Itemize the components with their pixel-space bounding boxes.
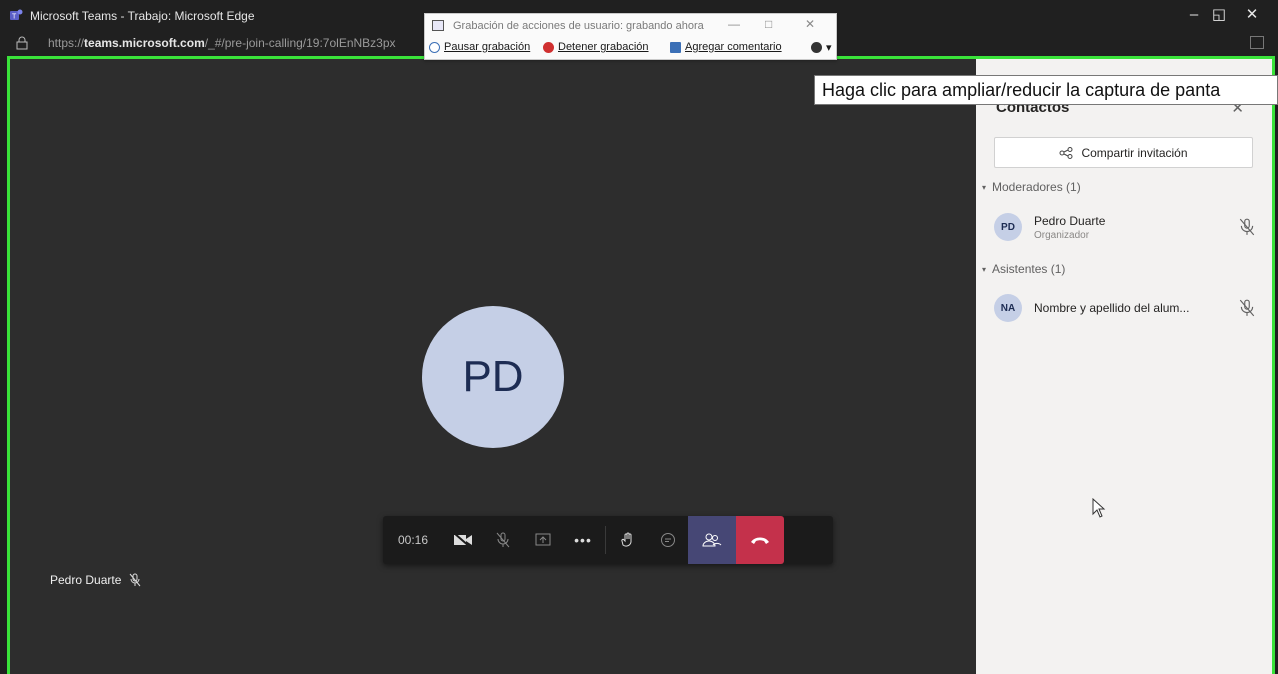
step-recorder-window: Grabación de acciones de usuario: graban… xyxy=(424,13,837,60)
more-options-button[interactable]: ••• xyxy=(563,516,603,564)
call-timer: 00:16 xyxy=(397,533,429,547)
raise-hand-button[interactable] xyxy=(608,516,648,564)
pause-icon xyxy=(429,41,440,53)
mic-off-icon xyxy=(1239,218,1255,236)
attendee-item[interactable]: NA Nombre y apellido del alum... xyxy=(994,290,1256,326)
share-screen-icon xyxy=(535,533,551,546)
window-title: Microsoft Teams - Trabajo: Microsoft Edg… xyxy=(30,9,255,23)
recorder-title: Grabación de acciones de usuario: graban… xyxy=(453,20,704,32)
add-comment-button[interactable]: Agregar comentario xyxy=(670,41,782,53)
recorder-icon xyxy=(432,20,444,31)
mic-off-icon xyxy=(496,532,510,548)
moderator-item[interactable]: PD Pedro Duarte Organizador xyxy=(994,209,1256,245)
url-prefix: https:// xyxy=(48,36,85,50)
share-icon xyxy=(1059,146,1073,159)
mouse-cursor-icon xyxy=(1092,498,1106,518)
help-button[interactable]: ▾ xyxy=(811,41,832,54)
divider xyxy=(605,526,606,554)
mic-off-icon xyxy=(129,573,141,587)
url-domain: teams.microsoft.com xyxy=(84,36,205,50)
participants-panel: Contactos ✕ Compartir invitación ▾ Moder… xyxy=(976,59,1272,674)
person-name: Pedro Duarte xyxy=(1034,213,1106,228)
url-path: /_#/pre-join-calling/19:7olEnNBz3px xyxy=(204,36,396,50)
chat-button[interactable] xyxy=(648,516,688,564)
recorder-toolbar: Pausar grabación Detener grabación Agreg… xyxy=(429,41,834,57)
close-window-button[interactable]: ✕ xyxy=(1240,4,1264,26)
collections-icon[interactable] xyxy=(1250,36,1264,49)
attendees-section[interactable]: ▾ Asistentes (1) xyxy=(982,262,1065,276)
hand-icon xyxy=(621,532,632,547)
recorder-maximize-button[interactable]: □ xyxy=(765,17,772,31)
restore-button[interactable]: ◱ xyxy=(1207,4,1231,26)
stop-recording-label: Detener grabación xyxy=(558,41,649,53)
stop-icon xyxy=(543,41,554,53)
minimize-button[interactable]: – xyxy=(1182,4,1206,26)
recorder-close-button[interactable]: ✕ xyxy=(805,17,815,31)
teams-icon: T xyxy=(10,9,23,21)
participants-button[interactable] xyxy=(688,516,736,564)
attendees-label: Asistentes (1) xyxy=(992,262,1066,276)
capture-tooltip: Haga clic para ampliar/reducir la captur… xyxy=(814,75,1278,105)
camera-off-icon xyxy=(453,532,472,548)
add-comment-label: Agregar comentario xyxy=(685,41,782,53)
chevron-down-icon: ▾ xyxy=(982,264,987,274)
lock-icon xyxy=(16,36,28,50)
person-role: Organizador xyxy=(1034,229,1090,241)
participant-label: Pedro Duarte xyxy=(50,573,141,587)
chat-icon xyxy=(661,533,675,547)
stop-recording-button[interactable]: Detener grabación xyxy=(543,41,649,53)
avatar: NA xyxy=(994,294,1022,322)
chevron-down-icon: ▾ xyxy=(982,182,987,192)
person-name: Nombre y apellido del alum... xyxy=(1034,301,1190,315)
comment-icon xyxy=(670,41,681,53)
help-icon xyxy=(811,42,822,53)
mic-off-icon xyxy=(1239,299,1255,317)
moderators-label: Moderadores (1) xyxy=(992,180,1081,194)
moderators-section[interactable]: ▾ Moderadores (1) xyxy=(982,180,1081,194)
svg-text:T: T xyxy=(12,14,17,21)
share-screen-button[interactable] xyxy=(523,516,563,564)
more-icon: ••• xyxy=(574,532,592,548)
mic-toggle[interactable] xyxy=(483,516,523,564)
hang-up-button[interactable] xyxy=(736,516,784,564)
url-text[interactable]: https://teams.microsoft.com/_#/pre-join-… xyxy=(48,36,396,50)
share-invite-button[interactable]: Compartir invitación xyxy=(994,137,1253,168)
share-invite-label: Compartir invitación xyxy=(1081,145,1188,160)
call-controls: 00:16 ••• xyxy=(383,516,833,564)
people-icon xyxy=(702,533,722,547)
call-stage: PD Pedro Duarte 00:16 ••• xyxy=(10,59,976,674)
phone-hangup-icon xyxy=(751,537,769,544)
avatar: PD xyxy=(994,213,1022,241)
pause-recording-button[interactable]: Pausar grabación xyxy=(429,41,530,53)
participant-avatar: PD xyxy=(422,306,564,448)
participant-name: Pedro Duarte xyxy=(50,573,122,587)
pause-recording-label: Pausar grabación xyxy=(444,41,531,53)
recorder-minimize-button[interactable]: — xyxy=(728,17,740,31)
camera-toggle[interactable] xyxy=(443,516,483,564)
